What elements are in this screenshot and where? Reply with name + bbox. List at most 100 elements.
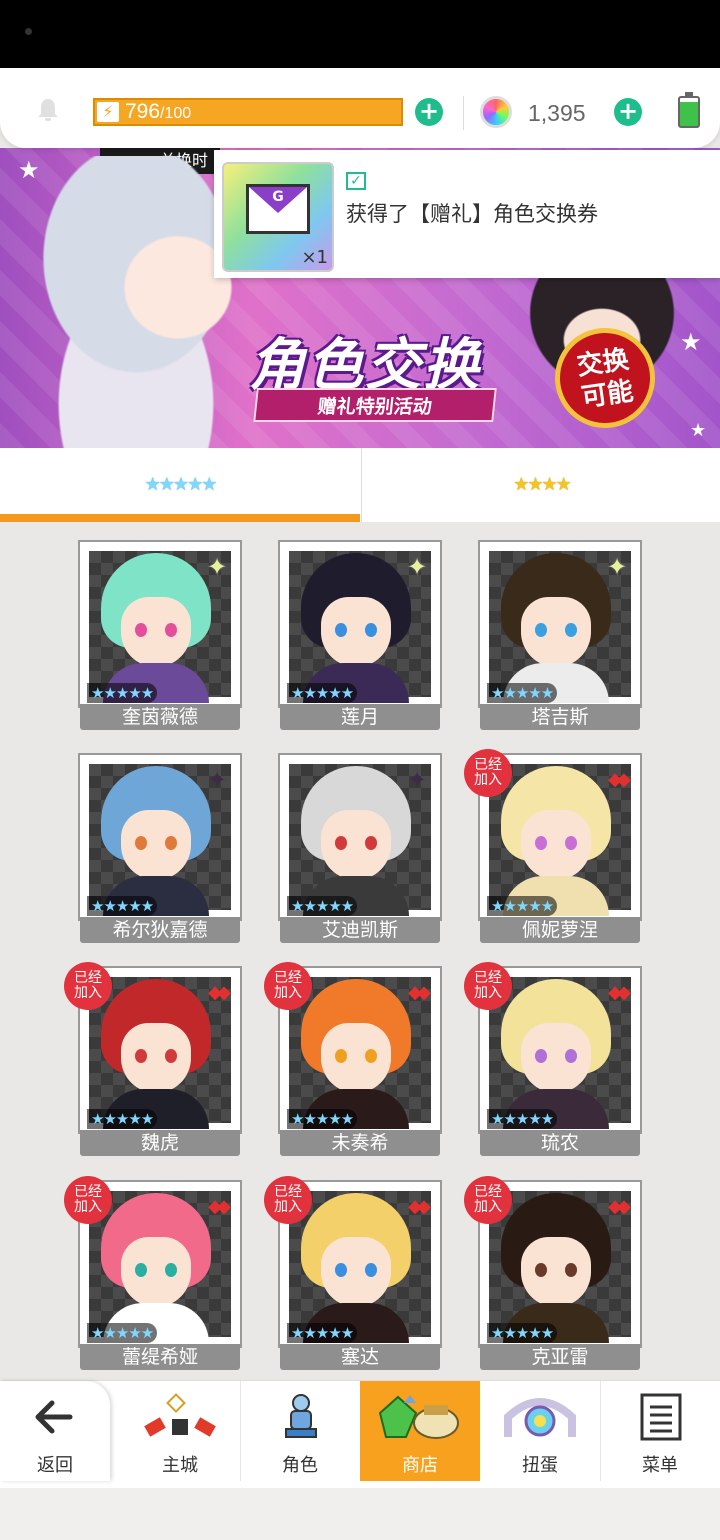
system-gesture-bar (0, 1488, 720, 1540)
character-eye (365, 1049, 377, 1063)
character-eye (135, 1263, 147, 1277)
character-name: 魏虎 (80, 1130, 240, 1156)
energy-value: 796 (125, 100, 161, 123)
character-grid: ✦ ★★★★★ 奎茵薇德 ✦ ★★★★★ 莲月 ✦ ★★★★★ 塔吉斯 ✦ ★★… (64, 542, 640, 1372)
badge-line-1: 已经 (474, 970, 502, 986)
character-card[interactable]: ◆◆ ★★★★★ 塞达 已经 加入 (264, 1176, 440, 1370)
character-eye (165, 836, 177, 850)
nav-home[interactable]: 主城 (120, 1381, 240, 1481)
bottom-navigation: 返回 主城 角色 商店 扭蛋 菜单 (0, 1380, 720, 1488)
character-eye (335, 1263, 347, 1277)
character-eye (535, 836, 547, 850)
castle-icon (144, 1393, 216, 1437)
tab-four-star[interactable]: ★★★★ (361, 448, 720, 522)
nav-label: 主城 (162, 1455, 198, 1476)
character-face (121, 810, 191, 880)
character-eye (135, 836, 147, 850)
toast-message: 获得了【赠礼】角色交换券 (346, 202, 598, 226)
badge-line-1: 已经 (74, 970, 102, 986)
exchange-ticket-item: G ×1 (222, 162, 334, 272)
camera-dot (25, 28, 32, 35)
diamond-icon: ◆◆ (208, 982, 231, 1003)
character-card[interactable]: ◆◆ ★★★★★ 克亚雷 已经 加入 (464, 1176, 640, 1370)
envelope-icon: G (246, 184, 310, 234)
already-added-badge: 已经 加入 (64, 1176, 112, 1224)
character-card[interactable]: ◆◆ ★★★★★ 未奏希 已经 加入 (264, 962, 440, 1156)
character-eye (535, 623, 547, 637)
rarity-stars: ★★★★★ (287, 1323, 358, 1343)
character-eye (565, 623, 577, 637)
badge-line-2: 加入 (474, 1199, 502, 1215)
rarity-stars: ★★★★★ (87, 1323, 158, 1343)
character-name: 塞达 (280, 1344, 440, 1370)
already-added-badge: 已经 加入 (64, 962, 112, 1010)
character-card[interactable]: ✦ ★★★★★ 塔吉斯 (480, 542, 640, 730)
character-face (321, 810, 391, 880)
system-status-bar (0, 0, 720, 68)
bell-icon[interactable] (34, 96, 62, 124)
nav-character[interactable]: 角色 (240, 1381, 360, 1481)
badge-line-2: 加入 (274, 1199, 302, 1215)
battery-icon (678, 92, 700, 128)
character-card[interactable]: ◆◆ ★★★★★ 佩妮萝涅 已经 加入 (464, 749, 640, 943)
lightning-icon: ⚡ (97, 102, 119, 122)
sparkle-icon: ✦ (206, 553, 228, 581)
rarity-stars: ★★★★★ (487, 896, 558, 916)
character-eye (165, 1263, 177, 1277)
nav-back[interactable]: 返回 (0, 1381, 110, 1481)
dark-sparkle-icon: ✦ (406, 766, 428, 794)
star-decoration-icon: ★ (680, 328, 702, 356)
energy-bar: ⚡ 796/100 (93, 98, 403, 126)
character-card[interactable]: ✦ ★★★★★ 希尔狄嘉德 (80, 755, 240, 943)
energy-max: /100 (160, 105, 192, 122)
character-eye (365, 1263, 377, 1277)
rainbow-gem-icon (480, 96, 512, 128)
character-card[interactable]: ◆◆ ★★★★★ 琉农 已经 加入 (464, 962, 640, 1156)
nav-label: 菜单 (642, 1455, 678, 1476)
add-energy-button[interactable]: + (415, 98, 443, 126)
character-eye (565, 1263, 577, 1277)
star-decoration-icon: ★ (18, 156, 40, 184)
nav-menu[interactable]: 菜单 (600, 1381, 720, 1481)
diamond-icon: ◆◆ (408, 1196, 431, 1217)
nav-shop[interactable]: 商店 (360, 1381, 480, 1481)
character-eye (335, 836, 347, 850)
character-card[interactable]: ◆◆ ★★★★★ 蕾缇希娅 已经 加入 (64, 1176, 240, 1370)
character-portrait: ✦ ★★★★★ (280, 542, 440, 706)
character-card[interactable]: ✦ ★★★★★ 艾迪凯斯 (280, 755, 440, 943)
add-gems-button[interactable]: + (614, 98, 642, 126)
character-face (521, 597, 591, 667)
rarity-stars: ★★★★★ (287, 1109, 358, 1129)
back-arrow-icon (35, 1400, 73, 1434)
nav-label: 角色 (282, 1455, 318, 1476)
nav-gacha[interactable]: 扭蛋 (480, 1381, 600, 1481)
badge-line-1: 已经 (274, 1184, 302, 1200)
character-eye (565, 836, 577, 850)
badge-line-1: 已经 (74, 1184, 102, 1200)
diamond-icon: ◆◆ (408, 982, 431, 1003)
character-eye (565, 1049, 577, 1063)
shop-icon (378, 1395, 459, 1439)
nav-label: 商店 (402, 1455, 438, 1476)
badge-line-2: 加入 (474, 772, 502, 788)
rarity-stars: ★★★★★ (87, 683, 158, 703)
already-added-badge: 已经 加入 (264, 1176, 312, 1224)
character-eye (165, 1049, 177, 1063)
tab-five-star[interactable]: ★★★★★ (0, 448, 360, 522)
character-face (521, 1023, 591, 1093)
character-name: 佩妮萝涅 (480, 917, 640, 943)
character-portrait: ✦ ★★★★★ (280, 755, 440, 919)
character-name: 奎茵薇德 (80, 704, 240, 730)
character-card[interactable]: ✦ ★★★★★ 奎茵薇德 (80, 542, 240, 730)
character-face (521, 810, 591, 880)
character-face (121, 1023, 191, 1093)
character-name: 希尔狄嘉德 (80, 917, 240, 943)
dark-sparkle-icon: ✦ (206, 766, 228, 794)
star-decoration-icon: ★ (690, 420, 707, 441)
character-eye (535, 1263, 547, 1277)
character-card[interactable]: ◆◆ ★★★★★ 魏虎 已经 加入 (64, 962, 240, 1156)
already-added-badge: 已经 加入 (464, 1176, 512, 1224)
character-card[interactable]: ✦ ★★★★★ 莲月 (280, 542, 440, 730)
tab-label: ★★★★★ (144, 474, 218, 495)
badge-line-2: 加入 (74, 985, 102, 1001)
